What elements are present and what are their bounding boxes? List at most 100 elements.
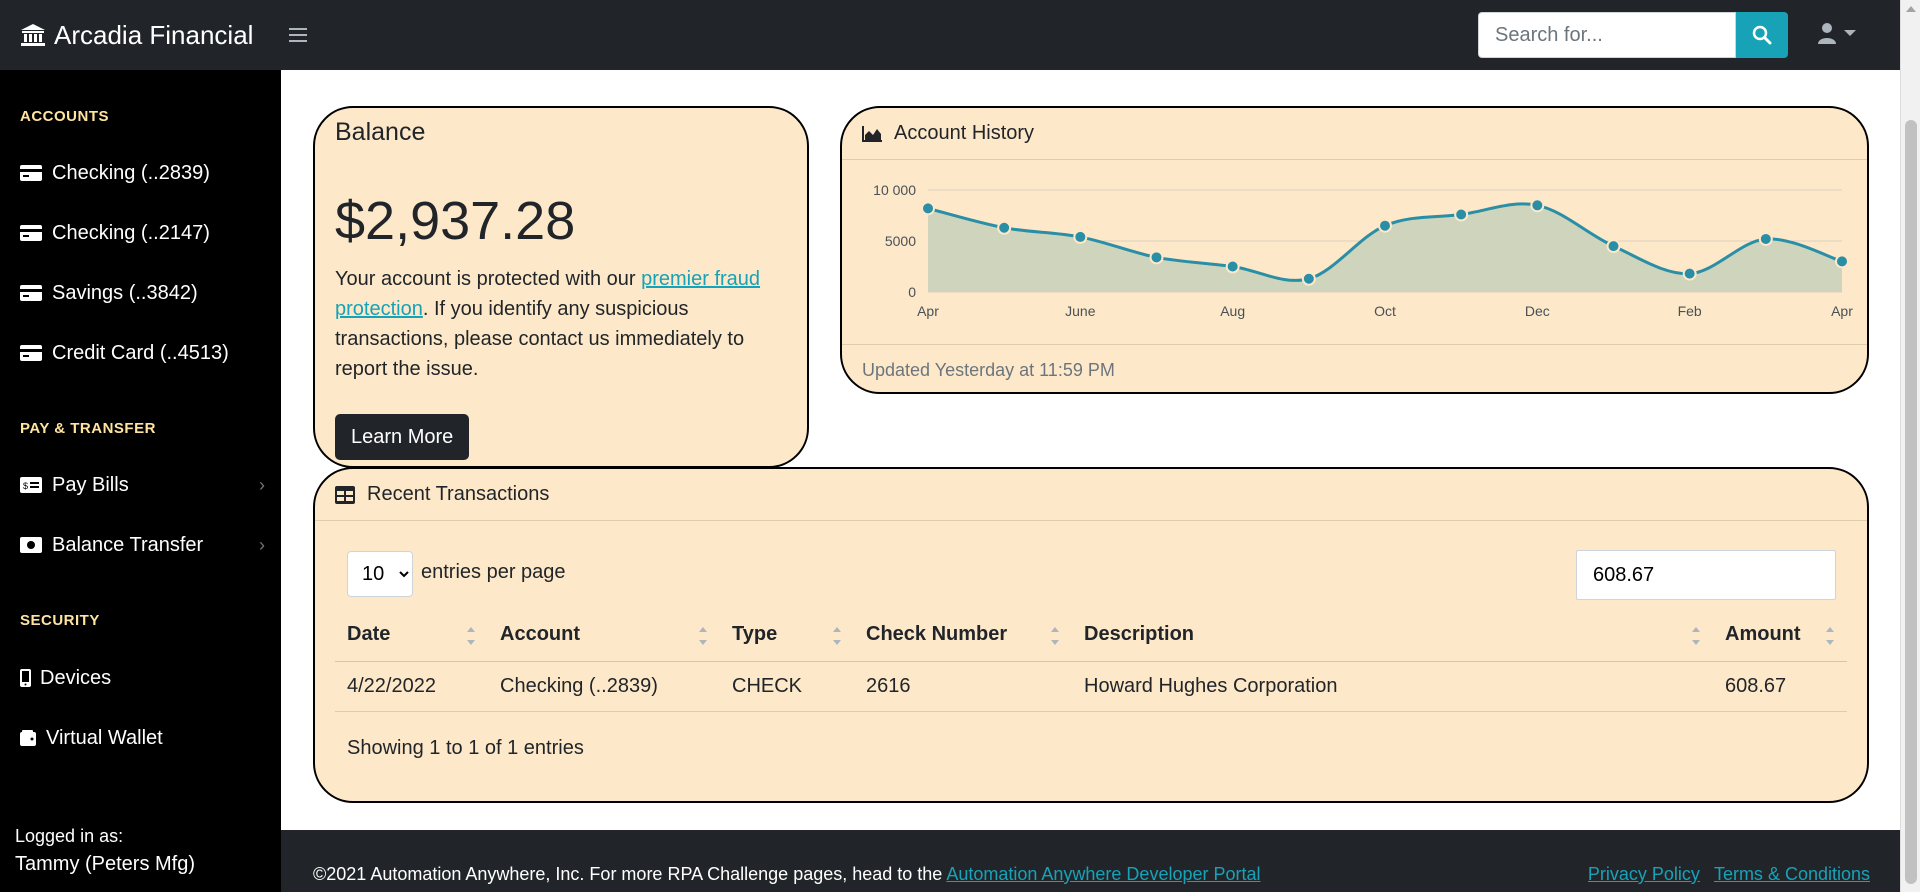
sort-icon: [832, 626, 842, 646]
entries-per-page-select[interactable]: 10: [347, 551, 413, 597]
sidebar-item-pay-bills[interactable]: $ Pay Bills ›: [20, 467, 265, 503]
data-point: [1073, 229, 1088, 244]
table-header-row: Date Account Type Check Number Descripti…: [335, 609, 1847, 662]
sidebar-item-savings-3842[interactable]: Savings (..3842): [20, 275, 265, 311]
sidebar-item-label: Checking (..2147): [52, 221, 210, 244]
scrollbar-thumb[interactable]: [1905, 120, 1917, 884]
column-header-label: Date: [347, 623, 391, 646]
y-tick-label: 0: [908, 284, 916, 300]
data-point: [1454, 207, 1469, 222]
cell-account: Checking (..2839): [488, 661, 720, 712]
x-tick-label: Feb: [1678, 303, 1702, 319]
column-header-label: Description: [1084, 623, 1195, 646]
account-history-chart: 0 5000 10 000 Apr June Aug Oct Dec Feb Apr: [873, 182, 1853, 319]
x-tick-label: Aug: [1220, 303, 1245, 319]
column-header-description[interactable]: Description: [1072, 609, 1713, 662]
learn-more-button[interactable]: Learn More: [335, 414, 470, 460]
sidebar-item-virtual-wallet[interactable]: Virtual Wallet: [20, 720, 265, 756]
chevron-right-icon: ›: [259, 474, 265, 495]
terms-conditions-link[interactable]: Terms & Conditions: [1714, 864, 1870, 885]
user-menu[interactable]: [1818, 22, 1856, 44]
data-point: [997, 220, 1012, 235]
data-point: [1378, 218, 1392, 233]
privacy-policy-link[interactable]: Privacy Policy: [1588, 864, 1700, 885]
data-point: [1835, 254, 1849, 269]
column-header-date[interactable]: Date: [335, 609, 488, 662]
sidebar-item-devices[interactable]: Devices: [20, 660, 265, 696]
data-point: [1301, 271, 1316, 286]
data-point: [1530, 198, 1545, 213]
user-icon: [1818, 23, 1836, 44]
balance-title: Balance: [335, 118, 426, 146]
sort-icon: [466, 626, 476, 646]
cell-date: 4/22/2022: [335, 661, 488, 712]
table-row: 4/22/2022 Checking (..2839) CHECK 2616 H…: [335, 661, 1847, 712]
sidebar-item-credit-card-4513[interactable]: Credit Card (..4513): [20, 335, 265, 371]
sidebar-item-label: Devices: [40, 666, 112, 689]
bank-icon: [20, 23, 46, 47]
account-history-card: Account History 0 5000 10 000 Apr June Aug Oct…: [840, 106, 1869, 394]
cell-amount: 608.67: [1713, 661, 1847, 712]
column-header-amount[interactable]: Amount: [1713, 609, 1847, 662]
top-navbar: Arcadia Financial: [0, 0, 1900, 70]
column-header-account[interactable]: Account: [488, 609, 720, 662]
x-tick-label: Oct: [1374, 303, 1396, 319]
y-tick-label: 10 000: [873, 182, 916, 198]
column-header-type[interactable]: Type: [720, 609, 854, 662]
sidebar-item-label: Virtual Wallet: [46, 726, 163, 749]
main-content: Balance $2,937.28 Your account is protec…: [281, 70, 1900, 830]
svg-text:$: $: [23, 481, 28, 491]
sidebar-item-checking-2839[interactable]: Checking (..2839): [20, 155, 265, 191]
search-button[interactable]: [1736, 12, 1788, 58]
bill-icon: $: [20, 477, 44, 493]
chevron-right-icon: ›: [259, 534, 265, 555]
wallet-icon: [20, 730, 38, 746]
sidebar-item-label: Credit Card (..4513): [52, 341, 229, 364]
credit-card-icon: [20, 345, 44, 361]
chevron-down-icon: [1844, 30, 1856, 36]
credit-card-icon: [20, 165, 44, 181]
recent-transactions-card: Recent Transactions 10 entries per page …: [313, 467, 1869, 803]
sidebar-item-label: Savings (..3842): [52, 281, 198, 304]
developer-portal-link[interactable]: Automation Anywhere Developer Portal: [946, 864, 1260, 884]
logged-in-label: Logged in as:: [15, 826, 124, 846]
series-area: [928, 203, 1842, 292]
column-header-check-number[interactable]: Check Number: [854, 609, 1072, 662]
sidebar-item-label: Checking (..2839): [52, 161, 210, 184]
sidebar-item-label: Pay Bills: [52, 473, 129, 496]
sidebar-item-checking-2147[interactable]: Checking (..2147): [20, 215, 265, 251]
page-scrollbar[interactable]: [1900, 0, 1920, 892]
sidebar-item-label: Balance Transfer: [52, 533, 204, 556]
brand[interactable]: Arcadia Financial: [20, 0, 253, 70]
logged-in-user: Tammy (Peters Mfg): [15, 853, 196, 875]
cell-type: CHECK: [720, 661, 854, 712]
brand-title: Arcadia Financial: [54, 19, 254, 50]
scroll-up-arrow-icon[interactable]: [1906, 6, 1916, 12]
area-chart-icon: [862, 125, 882, 142]
x-tick-label: Dec: [1525, 303, 1550, 319]
data-point: [1606, 239, 1621, 254]
x-tick-label: Apr: [1831, 303, 1853, 319]
money-bill-icon: [20, 537, 44, 553]
credit-card-icon: [20, 285, 44, 301]
search-input[interactable]: [1478, 12, 1736, 58]
data-point: [1682, 266, 1697, 281]
sidebar-item-balance-transfer[interactable]: Balance Transfer ›: [20, 527, 265, 563]
account-history-title: Account History: [894, 122, 1035, 144]
menu-toggle-icon[interactable]: [289, 24, 309, 46]
cell-check-number: 2616: [854, 661, 1072, 712]
table-info: Showing 1 to 1 of 1 entries: [347, 737, 584, 759]
account-history-header: Account History: [842, 108, 1867, 160]
top-search: [1478, 12, 1788, 58]
sort-icon: [1050, 626, 1060, 646]
credit-card-icon: [20, 225, 44, 241]
x-tick-label: Apr: [917, 303, 939, 319]
search-icon: [1752, 25, 1772, 45]
sidebar: ACCOUNTS Checking (..2839) Checking (..2…: [0, 70, 281, 892]
sort-icon: [1825, 626, 1835, 646]
cell-description: Howard Hughes Corporation: [1072, 661, 1713, 712]
footer-copyright-text: ©2021 Automation Anywhere, Inc. For more…: [313, 864, 947, 884]
table-icon: [335, 485, 355, 504]
transactions-search-input[interactable]: [1576, 550, 1836, 600]
sort-icon: [1691, 626, 1701, 646]
